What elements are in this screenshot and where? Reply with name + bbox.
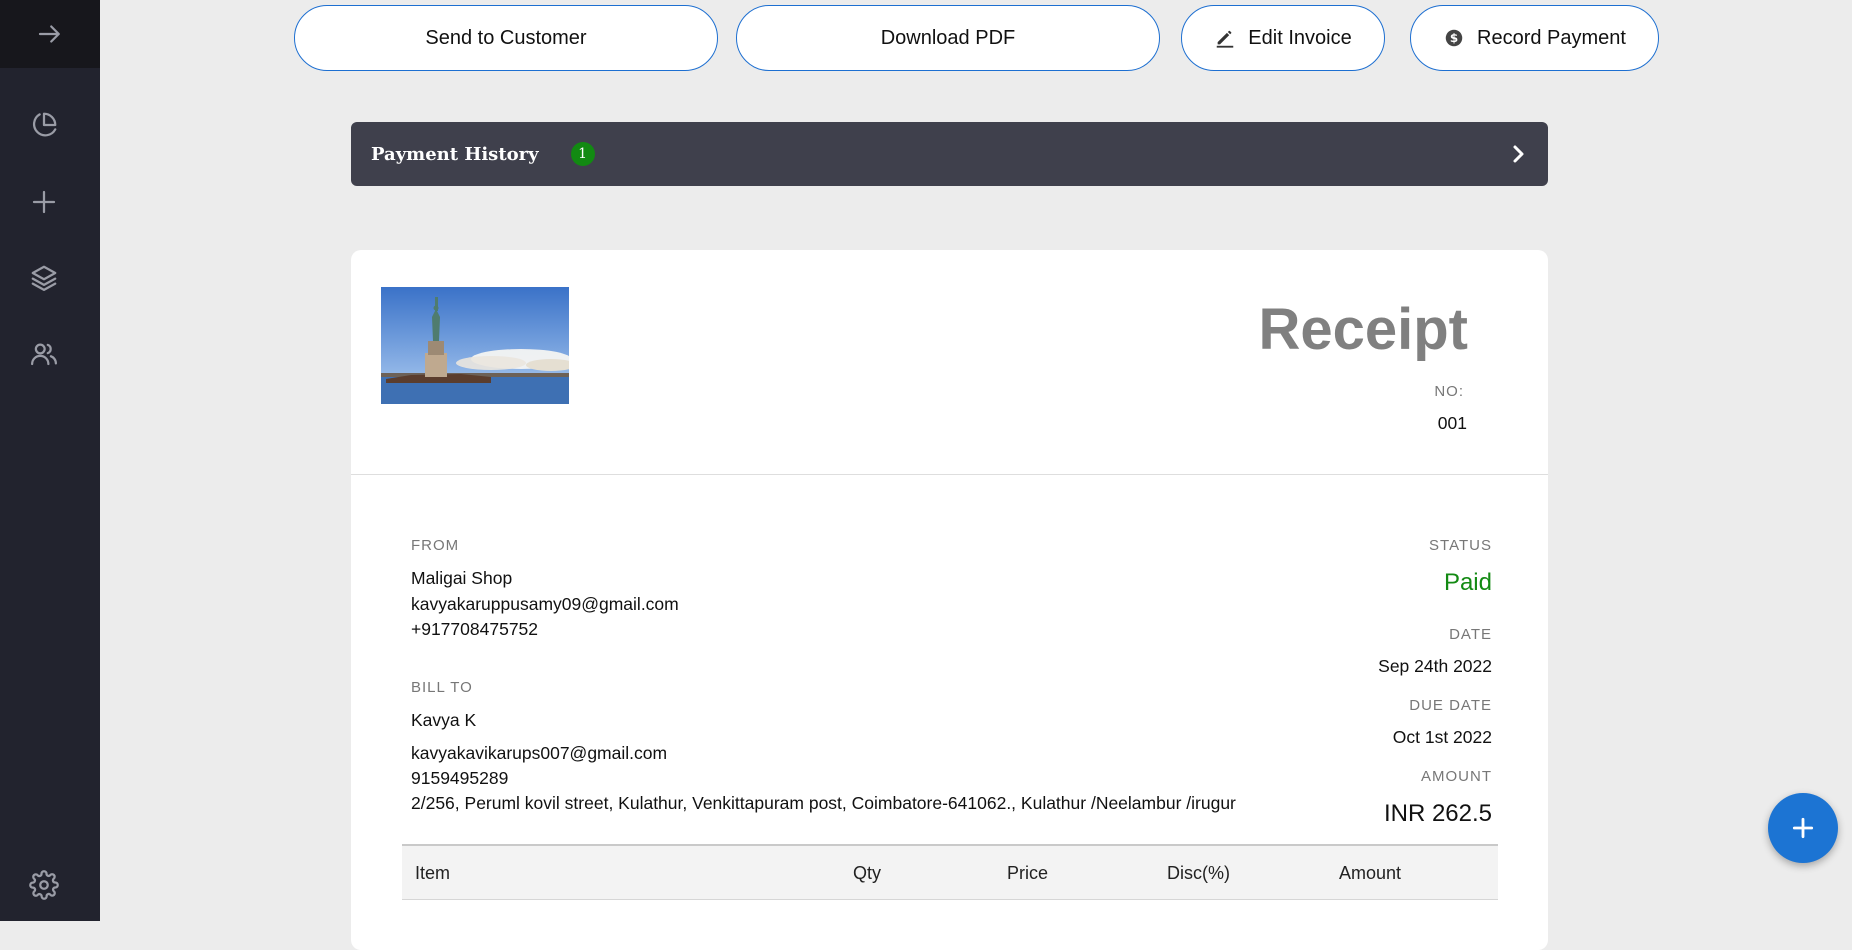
bill-to-name: Kavya K	[411, 710, 477, 730]
amount-value: INR 262.5	[1383, 800, 1492, 827]
sidebar-toggle[interactable]	[0, 0, 100, 68]
download-pdf-button[interactable]: Download PDF	[736, 5, 1160, 71]
pie-chart-icon[interactable]	[26, 107, 62, 143]
items-table-header: Item Qty Price Disc(%) Amount	[402, 844, 1498, 900]
layers-icon[interactable]	[26, 260, 62, 296]
due-date-value: Oct 1st 2022	[1392, 727, 1492, 747]
from-phone: +917708475752	[411, 619, 539, 639]
arrow-right-icon[interactable]	[35, 19, 65, 49]
bill-to-address: 2/256, Peruml kovil street, Kulathur, Ve…	[411, 793, 1236, 813]
status-label: STATUS	[1429, 537, 1492, 554]
from-email: kavyakaruppusamy09@gmail.com	[411, 594, 679, 614]
record-payment-button[interactable]: $ Record Payment	[1410, 5, 1659, 71]
edit-invoice-button[interactable]: Edit Invoice	[1181, 5, 1385, 71]
users-icon[interactable]	[26, 336, 62, 372]
amount-label: AMOUNT	[1421, 768, 1492, 785]
plus-icon[interactable]	[26, 184, 62, 220]
sidebar	[0, 0, 100, 921]
column-item: Item	[415, 863, 451, 883]
edit-invoice-label: Edit Invoice	[1248, 26, 1352, 49]
pencil-icon	[1217, 30, 1234, 48]
status-badge: Paid	[1443, 569, 1492, 596]
column-price: Price	[1007, 863, 1049, 883]
record-payment-label: Record Payment	[1477, 26, 1626, 49]
receipt-number: 001	[1437, 413, 1467, 433]
due-date-label: DUE DATE	[1409, 697, 1492, 714]
company-logo	[381, 287, 569, 404]
download-pdf-label: Download PDF	[880, 26, 1016, 49]
date-value: Sep 24th 2022	[1378, 656, 1492, 676]
gear-icon[interactable]	[26, 867, 62, 903]
svg-text:$: $	[1450, 31, 1458, 45]
payment-count-badge: 1	[570, 142, 595, 166]
column-amount: Amount	[1339, 863, 1402, 883]
receipt-title: Receipt	[1258, 297, 1468, 362]
receipt-card: Receipt NO: 001 FROM Maligai Shop kavyak…	[351, 250, 1548, 950]
column-disc: Disc(%)	[1167, 863, 1230, 883]
payment-history-title: Payment History	[371, 143, 539, 165]
send-to-customer-label: Send to Customer	[425, 26, 587, 49]
bill-to-email: kavyakavikarups007@gmail.com	[411, 743, 668, 763]
header-divider	[351, 474, 1548, 475]
chevron-right-icon	[1513, 145, 1524, 163]
dollar-circle-icon: $	[1445, 29, 1463, 47]
from-label: FROM	[411, 537, 460, 554]
receipt-number-label: NO:	[1434, 383, 1464, 400]
bill-to-label: BILL TO	[411, 679, 473, 696]
date-label: DATE	[1449, 626, 1492, 643]
column-qty: Qty	[853, 863, 882, 883]
from-name: Maligai Shop	[411, 568, 513, 588]
plus-icon	[1792, 817, 1814, 839]
bill-to-phone: 9159495289	[411, 768, 509, 788]
payment-history-bar[interactable]: Payment History 1	[351, 122, 1548, 186]
send-to-customer-button[interactable]: Send to Customer	[294, 5, 718, 71]
add-fab-button[interactable]	[1768, 793, 1838, 863]
